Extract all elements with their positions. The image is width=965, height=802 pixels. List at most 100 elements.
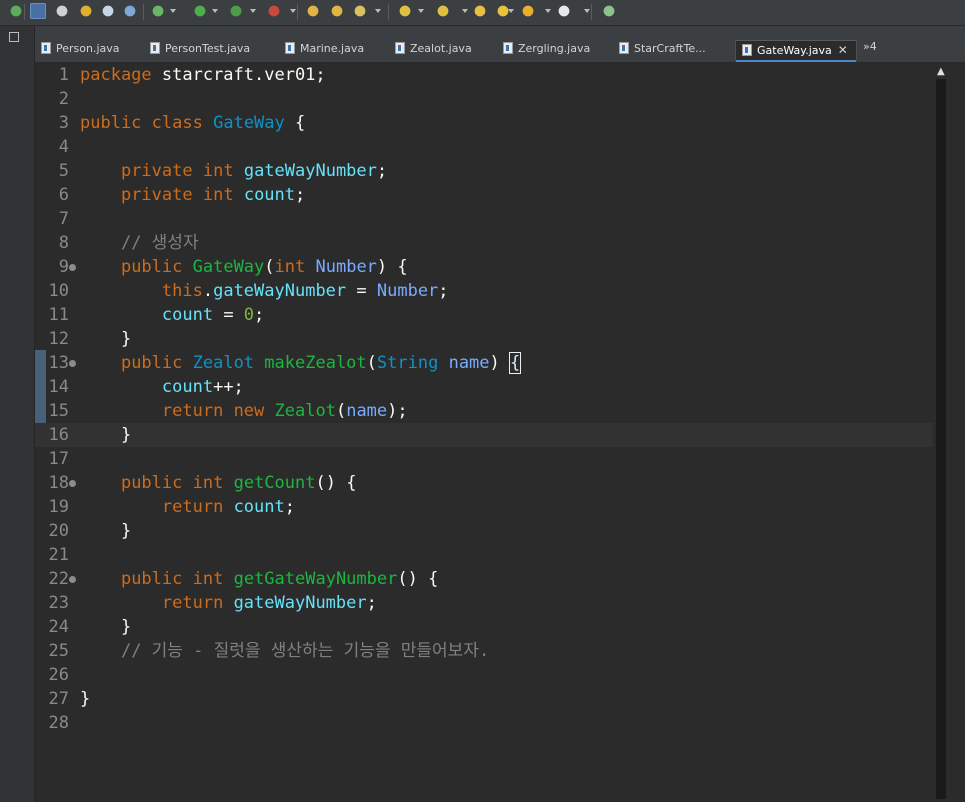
line-number: 7 xyxy=(58,209,69,229)
code-line[interactable]: 7 xyxy=(35,207,933,231)
code-line[interactable]: 6 private int count; xyxy=(35,183,933,207)
code-line[interactable]: 21 xyxy=(35,543,933,567)
code-line[interactable]: 25 // 기능 - 질럿을 생산하는 기능을 만들어보자. xyxy=(35,639,933,663)
code-editor[interactable]: 1 package starcraft.ver01; 2 3 public class … xyxy=(35,63,933,802)
fold-toggle-icon[interactable] xyxy=(69,264,76,271)
editor-tab[interactable]: StarCraftTe... xyxy=(619,40,706,60)
code-token: count xyxy=(161,305,214,325)
settings-icon[interactable] xyxy=(54,3,70,19)
code-line[interactable]: 28 xyxy=(35,711,933,735)
dropdown-arrow-icon[interactable] xyxy=(462,9,468,13)
dropdown-arrow-icon[interactable] xyxy=(250,9,256,13)
code-line[interactable]: 14 count++; xyxy=(35,375,933,399)
open-task-icon[interactable] xyxy=(329,3,345,19)
scrollbar-track[interactable] xyxy=(936,79,946,799)
toolbar-separator xyxy=(388,4,389,20)
code-token: public xyxy=(120,569,183,589)
line-number: 6 xyxy=(58,185,69,205)
dropdown-arrow-icon[interactable] xyxy=(375,9,381,13)
code-token: ; xyxy=(438,281,449,301)
code-line[interactable]: 1 package starcraft.ver01; xyxy=(35,63,933,87)
open-perspective-icon[interactable] xyxy=(601,3,617,19)
next-annotation-icon[interactable] xyxy=(397,3,413,19)
code-token: Number xyxy=(315,257,377,277)
code-line[interactable]: 24 } xyxy=(35,615,933,639)
code-line[interactable]: 18 public int getCount() { xyxy=(35,471,933,495)
brush-icon[interactable] xyxy=(352,3,368,19)
run-coverage-icon[interactable] xyxy=(228,3,244,19)
debug-icon[interactable] xyxy=(8,3,24,19)
code-line[interactable]: 16 } xyxy=(35,423,933,447)
code-text: public int getCount() { xyxy=(80,471,356,495)
code-token: () { xyxy=(315,473,357,493)
code-line[interactable]: 2 xyxy=(35,87,933,111)
fold-toggle-icon[interactable] xyxy=(69,360,76,367)
code-line[interactable]: 15 return new Zealot(name); xyxy=(35,399,933,423)
code-token: getCount xyxy=(233,473,316,493)
code-line[interactable]: 23 return gateWayNumber; xyxy=(35,591,933,615)
document-icon[interactable] xyxy=(100,3,116,19)
scroll-up-icon[interactable]: ▲ xyxy=(937,67,945,77)
fold-toggle-icon[interactable] xyxy=(69,576,76,583)
dropdown-arrow-icon[interactable] xyxy=(418,9,424,13)
pilcrow-icon[interactable] xyxy=(122,3,138,19)
code-text: public Zealot makeZealot(String name) { xyxy=(80,351,522,375)
code-line[interactable]: 26 xyxy=(35,663,933,687)
editor-tab[interactable]: GateWay.java ✕ xyxy=(735,40,857,62)
editor-tab[interactable]: Zealot.java xyxy=(395,40,472,60)
back-edit-icon[interactable] xyxy=(472,3,488,19)
code-line[interactable]: 9 public GateWay(int Number) { xyxy=(35,255,933,279)
code-line[interactable]: 10 this.gateWayNumber = Number; xyxy=(35,279,933,303)
code-line[interactable]: 22 public int getGateWayNumber() { xyxy=(35,567,933,591)
code-line[interactable]: 11 count = 0; xyxy=(35,303,933,327)
close-tab-icon[interactable]: ✕ xyxy=(838,43,848,57)
code-line[interactable]: 13 public Zealot makeZealot(String name)… xyxy=(35,351,933,375)
back-icon[interactable] xyxy=(520,3,536,19)
code-line[interactable]: 17 xyxy=(35,447,933,471)
editor-tab[interactable]: Zergling.java xyxy=(503,40,590,60)
bug-icon[interactable] xyxy=(150,3,166,19)
code-line[interactable]: 12 } xyxy=(35,327,933,351)
minimize-icon[interactable] xyxy=(9,32,19,42)
wand-icon[interactable] xyxy=(30,3,46,19)
dropdown-arrow-icon[interactable] xyxy=(545,9,551,13)
tabs-overflow-button[interactable]: »4 xyxy=(863,40,877,53)
java-file-icon xyxy=(150,42,160,54)
code-token: } xyxy=(80,425,132,445)
tab-label: GateWay.java xyxy=(757,44,832,57)
dropdown-arrow-icon[interactable] xyxy=(170,9,176,13)
editor-tab[interactable]: Marine.java xyxy=(285,40,364,60)
code-line[interactable]: 20 } xyxy=(35,519,933,543)
dropdown-arrow-icon[interactable] xyxy=(584,9,590,13)
external-tools-icon[interactable] xyxy=(266,3,282,19)
vertical-scrollbar[interactable]: ▲ xyxy=(933,63,949,802)
code-text: } xyxy=(80,423,131,447)
dropdown-arrow-icon[interactable] xyxy=(508,9,514,13)
editor-tab[interactable]: PersonTest.java xyxy=(150,40,250,60)
code-token: gateWayNumber xyxy=(213,281,347,301)
fold-toggle-icon[interactable] xyxy=(69,480,76,487)
code-line[interactable]: 5 private int gateWayNumber; xyxy=(35,159,933,183)
run-icon[interactable] xyxy=(192,3,208,19)
forward-icon[interactable] xyxy=(556,3,572,19)
editor-tab[interactable]: Person.java xyxy=(41,40,120,60)
code-token: int xyxy=(192,473,224,493)
package-icon[interactable] xyxy=(78,3,94,19)
code-line[interactable]: 27} xyxy=(35,687,933,711)
dropdown-arrow-icon[interactable] xyxy=(290,9,296,13)
code-token: () { xyxy=(397,569,439,589)
code-line[interactable]: 4 xyxy=(35,135,933,159)
code-token: ; xyxy=(366,593,377,613)
code-line[interactable]: 19 return count; xyxy=(35,495,933,519)
previous-annotation-icon[interactable] xyxy=(435,3,451,19)
open-folder-icon[interactable] xyxy=(305,3,321,19)
code-line[interactable]: 8 // 생성자 xyxy=(35,231,933,255)
code-line[interactable]: 3 public class GateWay { xyxy=(35,111,933,135)
line-number: 20 xyxy=(48,521,69,541)
dropdown-arrow-icon[interactable] xyxy=(212,9,218,13)
